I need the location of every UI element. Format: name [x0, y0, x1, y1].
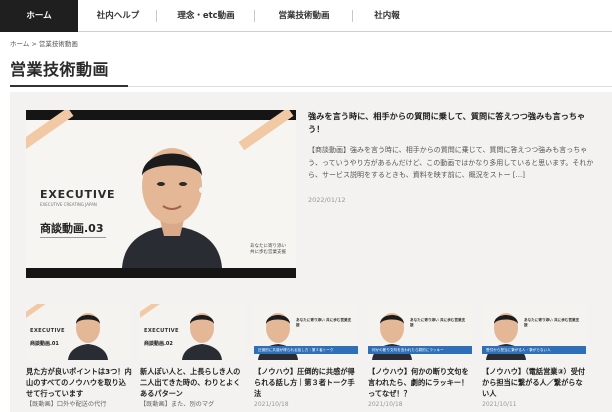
card-thumbnail-text: あなたに寄り添い 共に歩む営業支援: [410, 318, 466, 328]
top-nav: ホーム 社内ヘルプ 理念・etc動画 営業技術動画 社内報: [0, 0, 612, 32]
card-title-link[interactable]: 新人ぽい人と、上長らしき人の二人出てきた時の、わりとよくあるパターン: [140, 366, 246, 399]
card-thumbnail-band: 圧倒的に共感が得られる話し方｜第３者トーク: [254, 346, 358, 354]
card-date: 2021/10/18: [368, 401, 403, 408]
nav-separator: [254, 10, 255, 22]
decorative-stripe: [26, 110, 74, 151]
video-card[interactable]: EXECUTIVE 商談動画.01 見た方が良いポイントは3つ！内山のすべてのノ…: [26, 304, 132, 412]
card-thumbnail-label: 商談動画.02: [144, 341, 173, 347]
title-underline: [10, 85, 128, 87]
card-title-link[interactable]: 【ノウハウ】（電話営業③）受付から担当に繋がる人／繋がらない人: [482, 366, 588, 399]
breadcrumb-home-link[interactable]: ホーム: [10, 40, 29, 48]
featured-excerpt: 【商談動画】強みを言う時に、相手からの質問に乗じて、質問に答えつつ強みも言っちゃ…: [308, 146, 594, 179]
presenter-image: [182, 313, 222, 360]
brand-logo: EXECUTIVE: [30, 328, 65, 334]
brand-logo: EXECUTIVE: [144, 328, 179, 334]
card-date: 2021/10/18: [254, 401, 289, 408]
nav-item-sales-videos[interactable]: 営業技術動画: [256, 0, 352, 32]
card-thumbnail[interactable]: あなたに寄り添い 共に歩む営業支援 圧倒的に共感が得られる話し方｜第３者トーク: [254, 304, 358, 360]
nav-item-philosophy-videos[interactable]: 理念・etc動画: [158, 0, 254, 32]
brand-logo-text: EXECUTIVE: [40, 188, 116, 201]
breadcrumb: ホーム > 営業技術動画: [10, 38, 78, 48]
card-thumbnail[interactable]: EXECUTIVE 商談動画.01: [26, 304, 130, 360]
video-card[interactable]: あなたに寄り添い 共に歩む営業支援 受付から担当に繋がる人・繋がらない人 【ノウ…: [482, 304, 586, 412]
nav-item-newsletter[interactable]: 社内報: [354, 0, 420, 32]
label-underline: [40, 237, 106, 238]
card-thumbnail-text: あなたに寄り添い 共に歩む営業支援: [296, 318, 352, 328]
decorative-stripe: [140, 304, 162, 319]
featured-thumbnail-frame: EXECUTIVE EXECUTIVE CREATING JAPAN 商談動画.…: [26, 110, 296, 268]
video-list: EXECUTIVE EXECUTIVE CREATING JAPAN 商談動画.…: [10, 92, 612, 412]
nav-item-help[interactable]: 社内ヘルプ: [80, 0, 156, 32]
presenter-image: [68, 313, 108, 360]
featured-thumbnail-caption: あなたに寄り添い 共に歩む営業支援: [250, 244, 286, 256]
brand-logo: EXECUTIVE EXECUTIVE CREATING JAPAN: [40, 188, 120, 207]
card-thumbnail-band: 受付から担当に繋がる人・繋がらない人: [482, 346, 586, 354]
video-card[interactable]: EXECUTIVE 商談動画.02 新人ぽい人と、上長らしき人の二人出てきた時の…: [140, 304, 244, 412]
nav-separator: [156, 10, 157, 22]
card-date: 2021/10/11: [482, 401, 517, 408]
brand-logo-subtitle: EXECUTIVE CREATING JAPAN: [40, 202, 97, 207]
featured-thumbnail[interactable]: EXECUTIVE EXECUTIVE CREATING JAPAN 商談動画.…: [26, 110, 296, 278]
featured-video-label: 商談動画.03: [40, 222, 104, 235]
card-thumbnail-band: 何かの断り文句を言われたら劇的にラッキー: [368, 346, 472, 354]
card-title-link[interactable]: 【ノウハウ】圧倒的に共感が得られる話し方｜第３者トーク手法: [254, 366, 360, 399]
card-thumbnail[interactable]: あなたに寄り添い 共に歩む営業支援 受付から担当に繋がる人・繋がらない人: [482, 304, 586, 360]
card-thumbnail[interactable]: あなたに寄り添い 共に歩む営業支援 何かの断り文句を言われたら劇的にラッキー: [368, 304, 472, 360]
nav-separator: [352, 10, 353, 22]
card-thumbnail[interactable]: EXECUTIVE 商談動画.02: [140, 304, 244, 360]
video-card[interactable]: あなたに寄り添い 共に歩む営業支援 圧倒的に共感が得られる話し方｜第３者トーク …: [254, 304, 358, 412]
card-excerpt: 【既動画】また、別のマグ: [140, 401, 215, 408]
card-thumbnail-label: 商談動画.01: [30, 341, 59, 347]
card-title-link[interactable]: 【ノウハウ】何かの断り文句を言われたら、劇的にラッキー！ってなぜ！？: [368, 366, 474, 399]
breadcrumb-separator: >: [31, 40, 37, 48]
nav-item-home[interactable]: ホーム: [0, 0, 78, 32]
decorative-stripe: [26, 304, 48, 319]
video-card[interactable]: あなたに寄り添い 共に歩む営業支援 何かの断り文句を言われたら劇的にラッキー 【…: [368, 304, 472, 412]
featured-date: 2022/01/12: [308, 196, 346, 204]
presenter-image: [122, 148, 222, 268]
breadcrumb-current: 営業技術動画: [38, 40, 78, 48]
card-excerpt: 【既動画】口外や配送の代行: [26, 401, 107, 408]
caption-line: 共に歩む営業支援: [250, 250, 286, 255]
featured-title-link[interactable]: 強みを言う時に、相手からの質問に乗して、質問に答えつつ強みも言っちゃう！: [308, 110, 600, 136]
card-title-link[interactable]: 見た方が良いポイントは3つ！内山のすべてのノウハウを取り込せて行っています: [26, 366, 132, 399]
page-title: 営業技術動画: [10, 60, 110, 79]
decorative-stripe: [238, 110, 294, 151]
card-thumbnail-text: あなたに寄り添い 共に歩む営業支援: [524, 318, 580, 328]
